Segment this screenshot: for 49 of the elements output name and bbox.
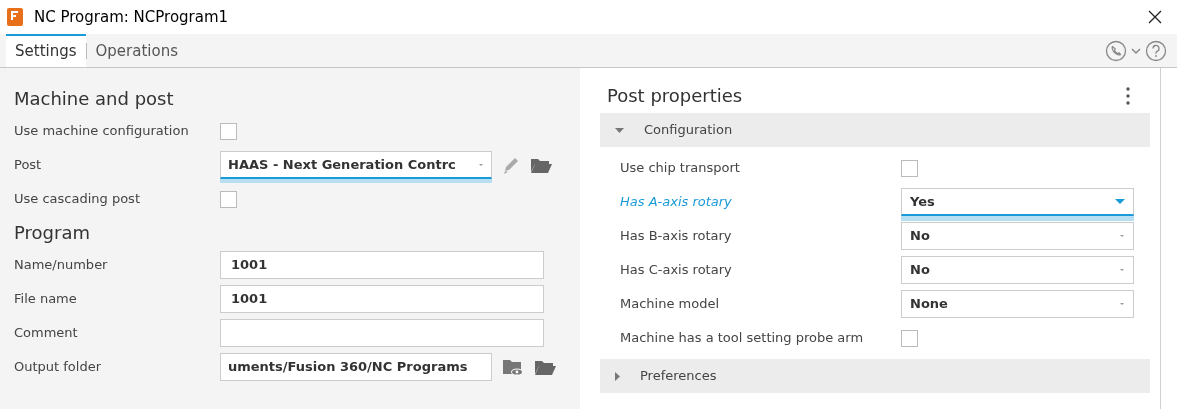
folder-path-field[interactable]: uments/Fusion 360/NC Programs <box>220 353 492 381</box>
window-title: NC Program: NCProgram1 <box>34 6 229 28</box>
field-label: Comment <box>14 324 79 343</box>
caret-icon[interactable] <box>478 162 484 167</box>
property-label: Has B-axis rotary <box>620 227 733 246</box>
group-header[interactable]: Configuration <box>600 113 1150 147</box>
checkbox[interactable] <box>220 190 237 208</box>
field-label: Post <box>14 156 43 175</box>
caret-icon[interactable] <box>1119 234 1125 238</box>
caret-icon[interactable] <box>1115 199 1125 204</box>
collapse-triangle-icon[interactable] <box>615 127 624 133</box>
field-label: Name/number <box>14 256 109 275</box>
checkbox[interactable] <box>901 329 918 347</box>
close-icon[interactable] <box>1147 9 1163 25</box>
property-label: Machine model <box>620 295 721 314</box>
dropdown[interactable]: No <box>901 256 1134 284</box>
folder-eye-icon[interactable] <box>502 358 524 376</box>
property-label: Machine has a tool setting probe arm <box>620 329 865 348</box>
field-label: File name <box>14 290 78 309</box>
caret-icon[interactable] <box>1119 268 1125 272</box>
pencil-icon[interactable] <box>502 156 520 174</box>
app-logo-icon <box>6 7 24 27</box>
checkbox[interactable] <box>901 159 918 177</box>
dropdown[interactable]: No <box>901 222 1134 250</box>
help-icon[interactable] <box>1145 39 1167 62</box>
folder-icon[interactable] <box>534 358 556 376</box>
field-label: Use machine configuration <box>14 122 190 141</box>
property-label: Use chip transport <box>620 159 741 178</box>
property-label: Has C-axis rotary <box>620 261 733 280</box>
phone-icon[interactable] <box>1105 39 1127 62</box>
tab[interactable]: Settings <box>6 34 86 67</box>
dropdown[interactable]: None <box>901 290 1134 318</box>
tab[interactable]: Operations <box>86 34 187 67</box>
text-field[interactable] <box>220 319 544 347</box>
group-header[interactable]: Preferences <box>600 359 1150 393</box>
section-heading: Program <box>14 220 91 245</box>
text-field[interactable]: 1001 <box>220 251 544 279</box>
expand-triangle-icon[interactable] <box>615 371 620 381</box>
caret-icon[interactable] <box>1131 46 1141 55</box>
checkbox[interactable] <box>220 122 237 140</box>
caret-icon[interactable] <box>1119 302 1125 306</box>
text-field[interactable]: 1001 <box>220 285 544 313</box>
field-label: Use cascading post <box>14 190 141 209</box>
section-heading: Post properties <box>607 84 743 108</box>
folder-icon[interactable] <box>530 156 552 174</box>
property-label: Has A-axis rotary <box>620 193 733 212</box>
field-label: Output folder <box>14 358 103 377</box>
more-options-icon[interactable] <box>1126 86 1130 105</box>
section-heading: Machine and post <box>14 86 175 111</box>
